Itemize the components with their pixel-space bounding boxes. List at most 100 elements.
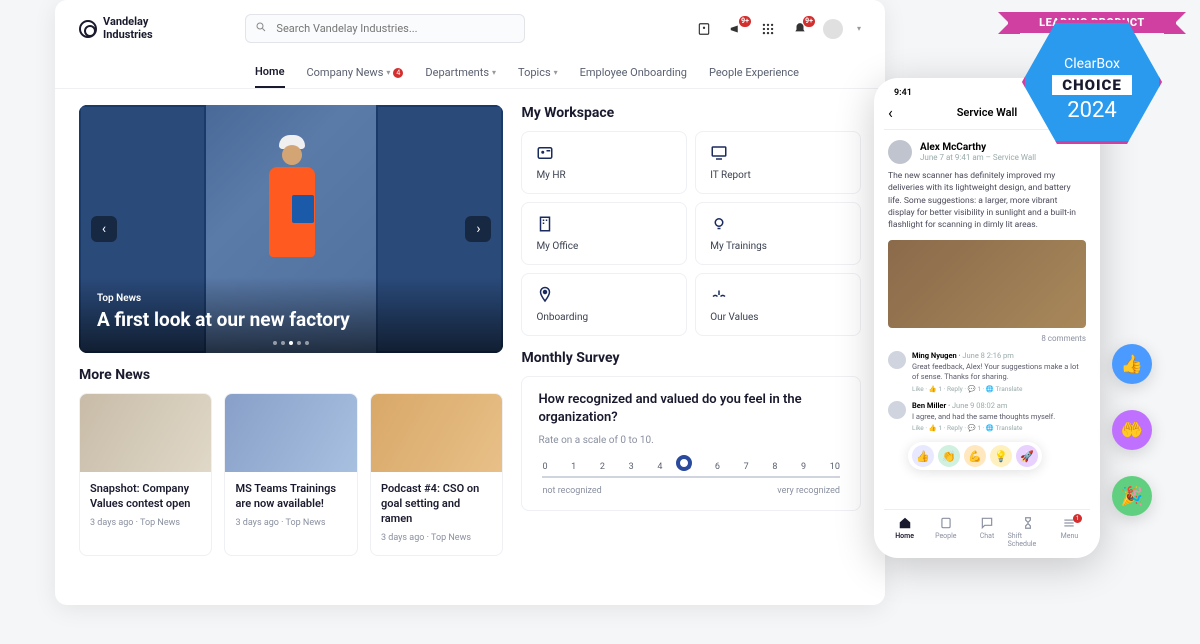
user-avatar[interactable] [823, 19, 843, 39]
phone-tabbar: Home People Chat Shift Schedule Menu1 [884, 509, 1090, 550]
nav-departments[interactable]: Departments▾ [425, 57, 496, 88]
hourglass-icon [1021, 516, 1035, 530]
survey-slider[interactable]: 012345678910 not recognized very recogni… [542, 462, 840, 496]
react-idea[interactable]: 💡 [990, 445, 1012, 467]
news-card[interactable]: Podcast #4: CSO on goal setting and rame… [370, 393, 503, 556]
workspace-heading: My Workspace [521, 105, 861, 121]
news-title: Podcast #4: CSO on goal setting and rame… [381, 482, 492, 527]
workspace-grid: My HR IT Report My Office My Trainings O… [521, 131, 861, 336]
nav-home[interactable]: Home [255, 57, 285, 88]
news-meta: 3 days ago · Top News [90, 518, 201, 528]
survey-card: How recognized and valued do you feel in… [521, 376, 861, 511]
react-clap[interactable]: 👏 [938, 445, 960, 467]
people-icon [939, 516, 953, 530]
chat-icon [980, 516, 994, 530]
carousel-prev[interactable]: ‹ [91, 216, 117, 242]
news-title: Snapshot: Company Values contest open [90, 482, 201, 512]
badge: 9+ [803, 16, 815, 27]
ws-my-office[interactable]: My Office [521, 202, 687, 265]
nav-topics[interactable]: Topics▾ [518, 57, 558, 88]
hands-icon [710, 286, 728, 304]
logo[interactable]: Vandelay Industries [79, 16, 153, 40]
nav-company-news[interactable]: Company News▾4 [307, 57, 404, 88]
news-card[interactable]: MS Teams Trainings are now available!3 d… [224, 393, 357, 556]
ws-label: Our Values [710, 312, 846, 323]
search-input[interactable] [245, 14, 525, 43]
comment-avatar[interactable] [888, 351, 906, 369]
post-avatar[interactable] [888, 140, 912, 164]
bell-icon[interactable]: 9+ [791, 20, 809, 38]
hero-carousel[interactable]: ‹ › Top News A first look at our new fac… [79, 105, 503, 353]
comment-author: Ming Nyugen [912, 351, 957, 360]
post: Alex McCarthy June 7 at 9:41 am – Servic… [884, 130, 1090, 450]
react-thumb[interactable]: 👍 [912, 445, 934, 467]
news-meta: 3 days ago · Top News [235, 518, 346, 528]
ws-values[interactable]: Our Values [695, 273, 861, 336]
post-body: The new scanner has definitely improved … [888, 170, 1086, 232]
ws-it-report[interactable]: IT Report [695, 131, 861, 194]
monitor-icon [710, 144, 728, 162]
bulb-icon [710, 215, 728, 233]
hero-title: A first look at our new factory [97, 308, 485, 331]
logo-icon [79, 20, 97, 38]
ws-my-hr[interactable]: My HR [521, 131, 687, 194]
search-box[interactable] [245, 14, 525, 43]
scale-right: very recognized [777, 486, 840, 496]
comment-actions[interactable]: Like · 👍 1 · Reply · 💬 1 · 🌐 Translate [912, 385, 1086, 393]
tab-schedule[interactable]: Shift Schedule [1008, 516, 1049, 548]
search-icon [255, 21, 267, 33]
carousel-dots [273, 341, 309, 345]
news-thumb [80, 394, 211, 472]
chevron-down-icon: ▾ [386, 68, 390, 77]
topbar: Vandelay Industries 9+ 9+ ▾ [55, 0, 885, 51]
comment-time: June 8 2:16 pm [962, 351, 1013, 360]
tab-home[interactable]: Home [884, 516, 925, 548]
back-button[interactable]: ‹ [888, 103, 893, 122]
contacts-icon[interactable] [695, 20, 713, 38]
comments-link[interactable]: 8 comments [888, 334, 1086, 343]
news-thumb [371, 394, 502, 472]
ws-label: My Office [536, 241, 672, 252]
react-rocket[interactable]: 🚀 [1016, 445, 1038, 467]
react-strong[interactable]: 💪 [964, 445, 986, 467]
phone-time: 9:41 [894, 88, 912, 98]
ws-trainings[interactable]: My Trainings [695, 202, 861, 265]
nav-onboarding[interactable]: Employee Onboarding [580, 57, 687, 88]
news-meta: 3 days ago · Top News [381, 533, 492, 543]
award-badge: LEADING PRODUCT ClearBox CHOICE 2024 [1008, 0, 1176, 164]
id-icon [536, 144, 554, 162]
news-card[interactable]: Snapshot: Company Values contest open 3 d… [79, 393, 212, 556]
scale-labels: not recognized very recognized [542, 486, 840, 496]
content: ‹ › Top News A first look at our new fac… [55, 89, 885, 572]
more-news-heading: More News [79, 367, 503, 383]
ws-label: IT Report [710, 170, 846, 181]
tab-menu[interactable]: Menu1 [1049, 516, 1090, 548]
news-row: Snapshot: Company Values contest open 3 d… [79, 393, 503, 556]
tab-chat[interactable]: Chat [966, 516, 1007, 548]
news-thumb [225, 394, 356, 472]
survey-heading: Monthly Survey [521, 350, 861, 366]
bubble-heart-icon: 🤲 [1112, 410, 1152, 450]
comment-actions[interactable]: Like · 👍 1 · Reply · 💬 1 · 🌐 Translate [912, 424, 1086, 432]
carousel-next[interactable]: › [465, 216, 491, 242]
award-year: 2024 [1067, 98, 1116, 123]
ws-label: My Trainings [710, 241, 846, 252]
post-image[interactable] [888, 240, 1086, 328]
ws-onboarding[interactable]: Onboarding [521, 273, 687, 336]
comment-avatar[interactable] [888, 401, 906, 419]
tab-people[interactable]: People [925, 516, 966, 548]
col-right: My Workspace My HR IT Report My Office M… [521, 105, 861, 556]
chevron-down-icon: ▾ [554, 68, 558, 77]
scale-track [542, 476, 840, 478]
bubble-party-icon: 🎉 [1112, 476, 1152, 516]
tab-badge: 1 [1073, 514, 1082, 523]
megaphone-icon[interactable]: 9+ [727, 20, 745, 38]
col-left: ‹ › Top News A first look at our new fac… [79, 105, 503, 556]
chevron-down-icon[interactable]: ▾ [857, 24, 861, 33]
comment-text: Great feedback, Alex! Your suggestions m… [912, 362, 1086, 383]
reaction-picker[interactable]: 👍 👏 💪 💡 🚀 [908, 442, 1042, 470]
nav-people-exp[interactable]: People Experience [709, 57, 799, 88]
logo-text: Vandelay Industries [103, 16, 153, 40]
comment: Ben Miller · June 9 08:02 am I agree, an… [888, 401, 1086, 433]
apps-icon[interactable] [759, 20, 777, 38]
